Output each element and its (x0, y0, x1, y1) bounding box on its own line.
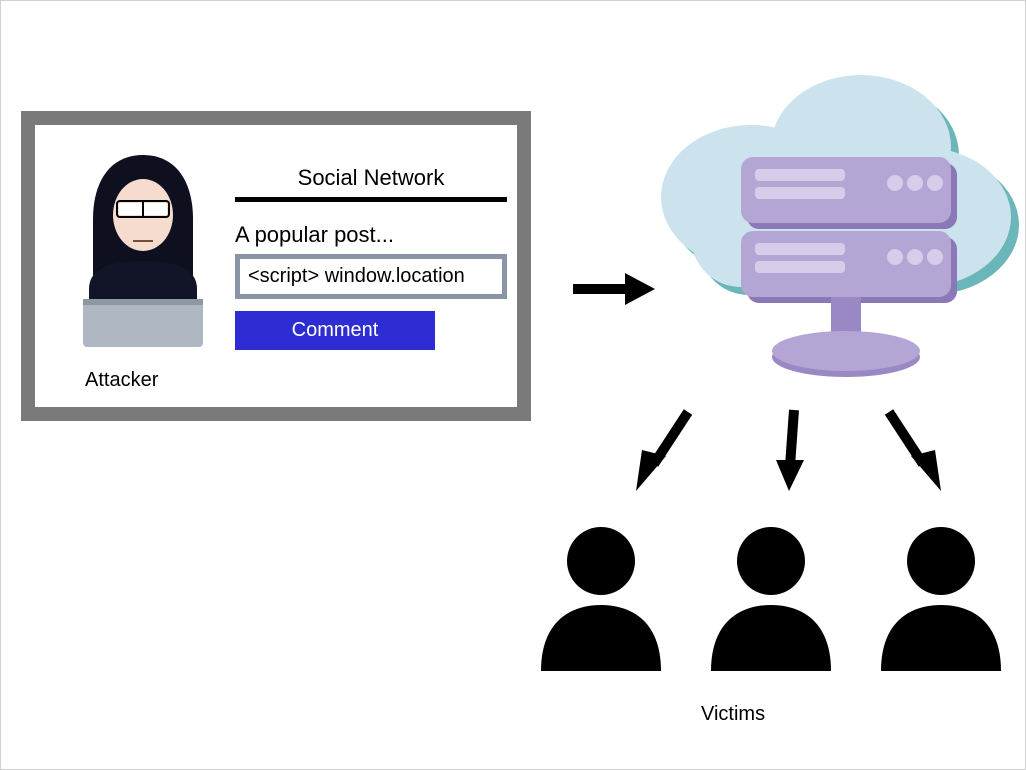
arrow-to-victim-middle-icon (776, 406, 806, 491)
victims-label: Victims (701, 703, 765, 726)
attacker-browser-window: Attacker Social Network A popular post..… (21, 111, 531, 421)
arrow-to-victim-right-icon (881, 406, 941, 491)
arrow-to-victim-left-icon (636, 406, 696, 491)
victim-icon (871, 521, 1011, 671)
cloud-server-icon (621, 67, 1021, 397)
comment-button[interactable]: Comment (235, 311, 435, 350)
comment-input[interactable]: <script> window.location (235, 254, 507, 299)
victims-row (531, 521, 1011, 671)
victim-icon (701, 521, 841, 671)
social-network-title: Social Network (235, 165, 507, 197)
divider (235, 197, 507, 202)
social-network-panel: Social Network A popular post... <script… (235, 165, 507, 350)
victim-icon (531, 521, 671, 671)
post-label: A popular post... (235, 222, 507, 248)
attacker-avatar (69, 149, 217, 349)
attacker-label: Attacker (85, 369, 158, 392)
